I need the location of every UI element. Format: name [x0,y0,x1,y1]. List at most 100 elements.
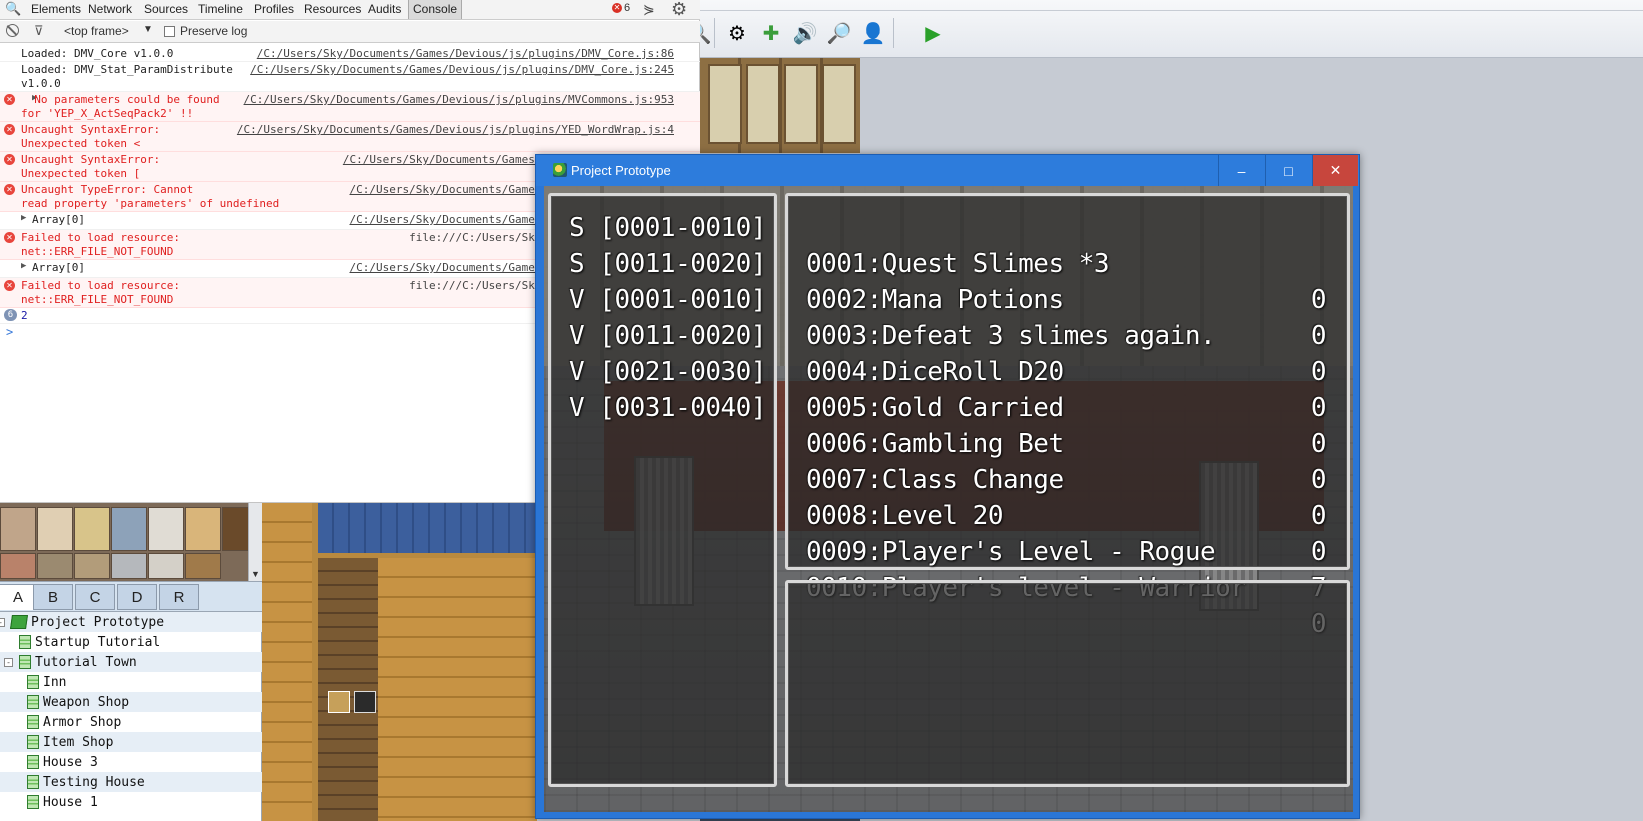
error-icon: ✕ [4,232,15,243]
game-canvas[interactable]: S [0001-0010] S [0011-0020] V [0001-0010… [544,186,1353,812]
palette-scrollbar[interactable]: ▼ [248,503,262,581]
tab-console[interactable]: Console [408,0,463,19]
minimize-button[interactable]: – [1218,155,1264,186]
tree-item-map[interactable]: - Tutorial Town [0,652,262,672]
tile[interactable] [185,507,221,551]
tree-item-map[interactable]: Testing House [0,772,262,792]
inspect-search-icon[interactable]: 🔍 [5,1,21,17]
tileset-tab-r[interactable]: R [159,584,199,610]
variable-row[interactable]: 0005:Gold Carried 0 [806,354,1327,459]
tree-item-project[interactable]: - Project Prototype [0,612,262,632]
console-toolbar: ⊽ <top frame> ▼ Preserve log [0,21,700,43]
tile[interactable] [74,553,110,579]
player-sprite[interactable] [328,691,350,713]
sound-test-icon[interactable]: 🔊 [790,18,820,48]
tree-item-map[interactable]: House 1 [0,792,262,812]
event-search-icon[interactable]: 🔎 [824,18,854,48]
range-item[interactable]: V [0031-0040] [569,390,767,426]
tree-item-map[interactable]: House 3 [0,752,262,772]
database-gear-icon[interactable]: ⚙ [722,18,752,48]
settings-gear-icon[interactable]: ⚙ [671,0,687,20]
scroll-down-icon[interactable]: ▼ [251,569,260,579]
map-event-marker[interactable] [354,691,376,713]
source-link[interactable]: /C:/Users/Sky/Documents/Games/Devious/js… [250,63,674,77]
filter-icon[interactable]: ⊽ [34,23,44,39]
close-button[interactable]: ✕ [1312,155,1358,186]
collapse-icon[interactable]: - [0,617,5,627]
tree-item-label: Startup Tutorial [35,634,161,650]
toolbar-divider [700,10,1643,11]
tile[interactable] [74,507,110,551]
tab-sources[interactable]: Sources [140,0,192,19]
tree-item-map[interactable]: Inn [0,672,262,692]
tile[interactable] [37,507,73,551]
frame-selector[interactable]: <top frame> [64,24,129,38]
range-item[interactable]: V [0021-0030] [569,354,767,390]
map-editor-view[interactable] [262,503,537,821]
tab-resources[interactable]: Resources [300,0,365,19]
tab-elements[interactable]: Elements [27,0,85,19]
tileset-tab-b[interactable]: B [33,584,73,610]
variable-row[interactable]: 0003:Defeat 3 slimes again. 0 [806,282,1327,387]
range-item[interactable]: V [0011-0020] [569,318,767,354]
variable-row[interactable]: 0001:Quest Slimes *3 0 [806,210,1327,315]
tile[interactable] [148,507,184,551]
range-item[interactable]: S [0001-0010] [569,210,767,246]
tileset-palette[interactable] [0,503,262,581]
maximize-button[interactable]: □ [1265,155,1311,186]
map-floor [378,558,537,821]
expand-arrow-icon[interactable]: ▶ [21,261,26,271]
tile[interactable] [37,553,73,579]
preserve-log-label[interactable]: Preserve log [180,24,247,38]
variable-row[interactable]: 0004:DiceRoll D20 0 [806,318,1327,423]
game-window: Project Prototype – □ ✕ S [0001-0010] S … [535,154,1360,819]
tab-audits[interactable]: Audits [364,0,405,19]
message-text: Failed to load resource: net::ERR_FILE_N… [21,279,180,306]
error-count: 6 [624,2,631,14]
toolbar-separator [714,18,715,48]
range-item[interactable]: V [0001-0010] [569,282,767,318]
dropdown-arrow-icon[interactable]: ▼ [143,24,153,35]
tree-item-map[interactable]: Startup Tutorial [0,632,262,652]
tileset-tab-d[interactable]: D [117,584,157,610]
collapse-icon[interactable]: - [4,657,13,667]
source-link[interactable]: /C:/Users/Sky/Documents/Games/Devious/js… [244,93,674,107]
character-generator-icon[interactable]: 👤 [858,18,888,48]
variable-row[interactable]: 0002:Mana Potions 0 [806,246,1327,351]
tree-item-label: Tutorial Town [35,654,137,670]
show-drawer-icon[interactable]: ⋟ [643,1,655,18]
variable-row[interactable]: 0009:Player's Level - Rogue 7 [806,498,1327,603]
source-link[interactable]: /C:/Users/Sky/Documents/Games/Devious/js… [257,47,674,61]
tab-profiles[interactable]: Profiles [250,0,298,19]
tab-timeline[interactable]: Timeline [194,0,247,19]
tile[interactable] [0,507,36,551]
tile[interactable] [111,507,147,551]
plugin-manager-icon[interactable]: ✚ [756,18,786,48]
clear-console-icon[interactable] [6,24,19,37]
console-prompt[interactable]: > [6,325,13,339]
playtest-icon[interactable]: ▶ [918,18,948,48]
window-titlebar[interactable]: Project Prototype – □ ✕ [536,155,1359,186]
map-icon [27,755,39,769]
tree-item-map[interactable]: Weapon Shop [0,692,262,712]
tile[interactable] [148,553,184,579]
tab-network[interactable]: Network [84,0,136,19]
range-list-window: S [0001-0010] S [0011-0020] V [0001-0010… [548,193,777,787]
tile[interactable] [185,553,221,579]
range-item[interactable]: S [0011-0020] [569,246,767,282]
variable-row[interactable]: 0010:Player's level - Warrior 0 [806,534,1327,639]
tile[interactable] [0,553,36,579]
error-count-badge[interactable]: ✕ 6 [612,2,630,14]
variable-row[interactable]: 0006:Gambling Bet 0 [806,390,1327,495]
variable-row[interactable]: 0008:Level 20 0 [806,462,1327,567]
message-text: Array[0] [32,261,85,274]
message-text: Uncaught SyntaxError: Unexpected token [ [21,153,161,180]
tree-item-map[interactable]: Armor Shop [0,712,262,732]
tileset-tab-c[interactable]: C [75,584,115,610]
tile[interactable] [111,553,147,579]
variable-row[interactable]: 0007:Class Change 0 [806,426,1327,531]
expand-arrow-icon[interactable]: ▶ [21,213,26,223]
tree-item-map[interactable]: Item Shop [0,732,262,752]
preserve-log-checkbox[interactable] [164,26,175,37]
source-link[interactable]: /C:/Users/Sky/Documents/Games/Devious/js… [237,123,674,137]
